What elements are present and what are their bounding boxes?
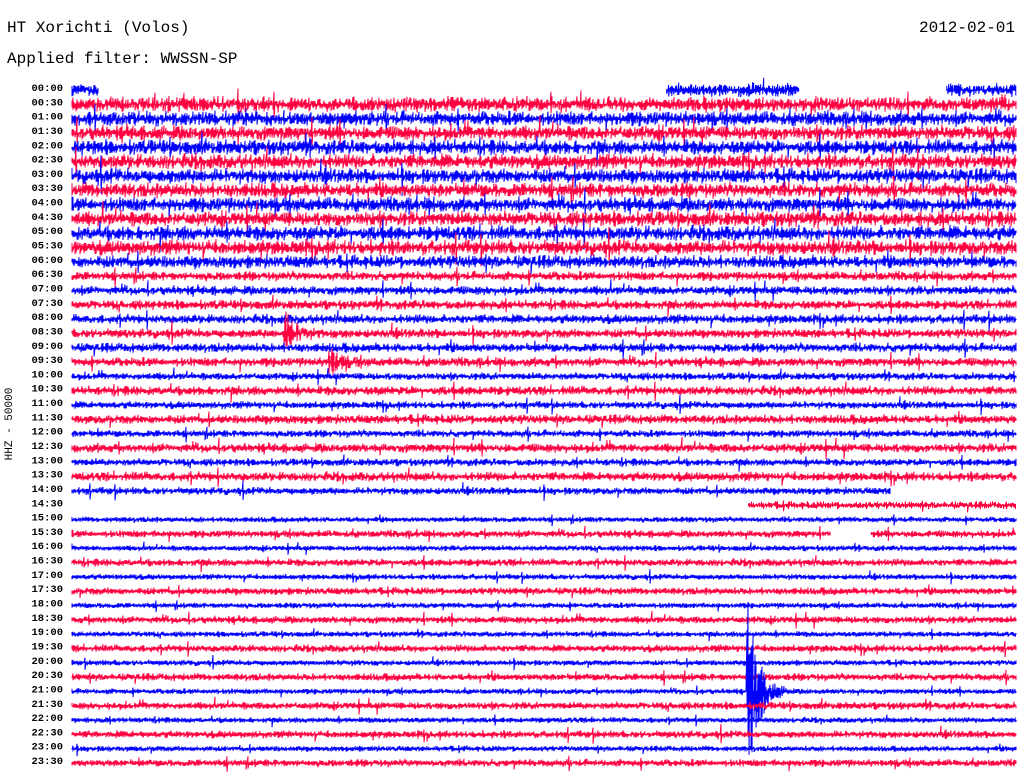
row-time-label: 12:30 [31,441,63,453]
row-time-label: 20:30 [31,670,63,682]
trace-row-1030 [71,381,1017,403]
trace-row-0630 [71,267,1017,288]
trace-row-0900 [71,338,1017,359]
row-time-label: 15:00 [31,513,63,525]
trace-row-1630 [71,555,1017,573]
row-time-label: 15:30 [31,527,63,539]
trace-row-1800 [71,600,1017,613]
row-time-label: 14:00 [31,484,63,496]
row-time-label: 18:00 [31,599,63,611]
row-time-label: 08:00 [31,312,63,324]
trace-row-0800 [71,309,1017,331]
row-time-label: 03:00 [31,169,63,181]
trace-row-0730 [71,294,1017,317]
trace-row-2130 [71,696,1017,715]
trace-row-0000 [71,77,1017,98]
row-time-label: 13:00 [31,455,63,467]
trace-row-1930 [71,640,1017,658]
trace-row-2330 [71,755,1017,772]
row-time-label: 06:00 [31,255,63,267]
row-time-label: 16:00 [31,541,63,553]
trace-row-1400 [71,480,891,502]
trace-row-1900 [71,628,1017,642]
row-time-label: 11:00 [31,398,63,410]
trace-row-1130 [71,410,1017,429]
trace-row-2000 [71,654,1017,671]
trace-row-1230 [71,436,1017,460]
row-time-label: 05:00 [31,226,63,238]
row-time-label: 06:30 [31,269,63,281]
row-time-label: 17:30 [31,584,63,596]
row-time-label: 05:30 [31,241,63,253]
helicorder-plot: 00:00 00:30 01:00 01:30 02:00 02:30 03:00 03:30… [31,77,1017,772]
trace-row-1730 [71,584,1017,599]
row-time-label: 14:30 [31,498,63,510]
row-time-label: 13:30 [31,470,63,482]
row-time-label: 16:30 [31,556,63,568]
trace-row-0930 [71,348,1017,377]
row-time-label: 19:00 [31,627,63,639]
trace-row-1830 [71,610,1017,629]
row-time-label: 07:00 [31,283,63,295]
trace-row-1000 [71,367,1017,386]
row-time-label: 17:00 [31,570,63,582]
row-time-label: 09:00 [31,341,63,353]
row-time-label: 23:30 [31,756,63,768]
row-time-label: 08:30 [31,326,63,338]
row-time-label: 04:30 [31,212,63,224]
trace-row-1330 [71,467,1017,487]
row-time-label: 02:00 [31,140,63,152]
trace-row-2030 [71,669,1017,686]
row-time-label: 00:30 [31,97,63,109]
row-time-label: 10:30 [31,384,63,396]
trace-row-1300 [71,454,1017,472]
trace-row-1500 [71,514,1017,527]
row-time-label: 12:00 [31,427,63,439]
row-time-label: 04:00 [31,198,63,210]
row-time-label: 02:30 [31,155,63,167]
row-time-label: 20:00 [31,656,63,668]
row-time-label: 01:00 [31,112,63,124]
row-time-label: 03:30 [31,183,63,195]
row-time-label: 09:30 [31,355,63,367]
trace-row-1600 [71,541,1017,555]
trace-row-2200 [71,714,1017,728]
trace-row-1530 [71,525,1016,543]
row-time-label: 21:00 [31,684,63,696]
row-time-label: 11:30 [31,412,63,424]
row-time-label: 00:00 [31,83,63,95]
row-time-label: 22:00 [31,713,63,725]
trace-row-2230 [71,724,1017,744]
row-time-label: 18:30 [31,613,63,625]
row-time-label: 10:00 [31,369,63,381]
trace-row-1200 [71,426,1017,443]
trace-row-0700 [71,279,1017,302]
row-time-label: 21:30 [31,699,63,711]
trace-row-1100 [71,394,1017,416]
row-time-label: 23:00 [31,742,63,754]
trace-row-1700 [71,569,1017,585]
row-time-label: 19:30 [31,641,63,653]
row-time-label: 07:30 [31,298,63,310]
trace-row-1430 [748,500,1016,513]
row-time-label: 22:30 [31,727,63,739]
row-time-label: 01:30 [31,126,63,138]
trace-row-2300 [71,743,1017,757]
